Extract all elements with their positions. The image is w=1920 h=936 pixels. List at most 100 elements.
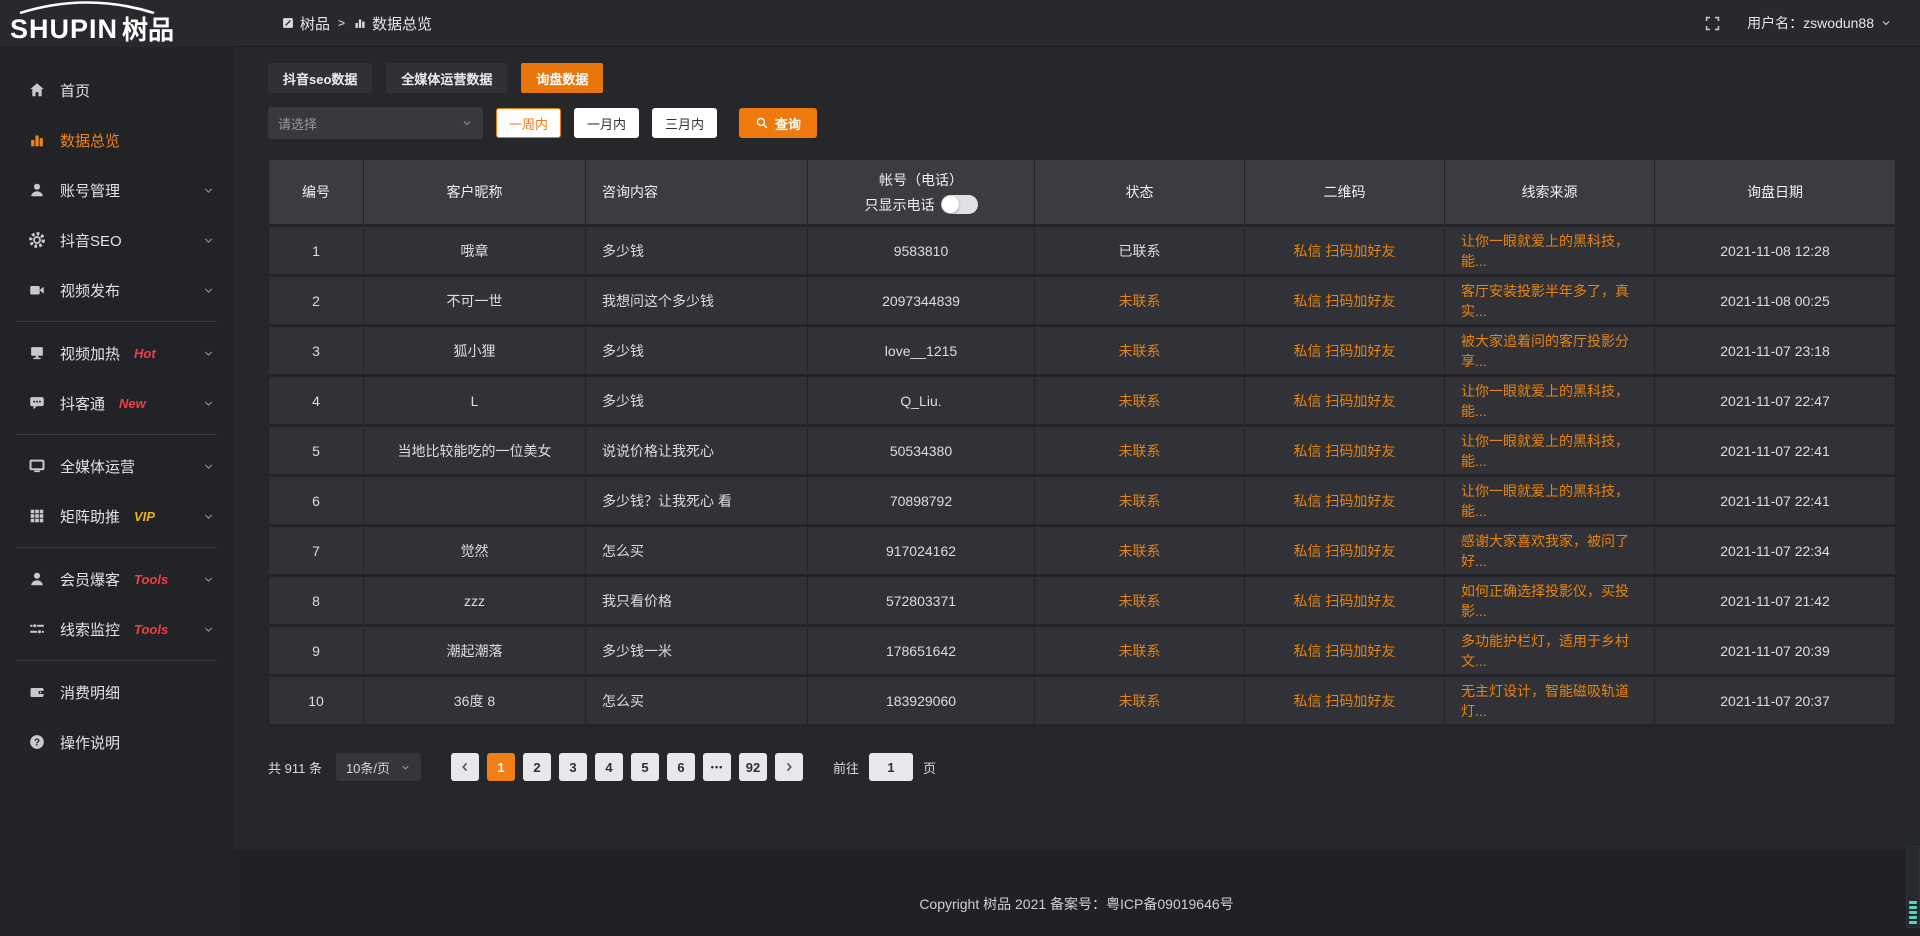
cell-source-link[interactable]: 让你一眼就爱上的黑科技，能... xyxy=(1445,476,1655,526)
wallet-icon xyxy=(28,683,46,701)
cell-status: 未联系 xyxy=(1035,526,1245,576)
column-header: 帐号（电话）只显示电话 xyxy=(808,160,1035,226)
user-icon xyxy=(28,181,46,199)
filter-select[interactable]: 请选择 xyxy=(268,107,483,139)
cell-source-link[interactable]: 让你一眼就爱上的黑科技，能... xyxy=(1445,426,1655,476)
cell-nickname: 当地比较能吃的一位美女 xyxy=(364,426,586,476)
breadcrumb-page[interactable]: 数据总览 xyxy=(353,13,432,34)
cell-id: 7 xyxy=(269,526,364,576)
pagination: 共 911 条 10条/页 123456•••92 前往 页 xyxy=(268,753,1896,781)
cell-content: 我想问这个多少钱 xyxy=(586,276,808,326)
badge-tools: Tools xyxy=(134,572,168,587)
search-button[interactable]: 查询 xyxy=(739,108,817,138)
fullscreen-icon[interactable] xyxy=(1704,15,1721,32)
sidebar-item-question[interactable]: ?操作说明 xyxy=(0,717,233,767)
sidebar-item-tv[interactable]: 视频加热Hot xyxy=(0,328,233,378)
cell-nickname: 潮起潮落 xyxy=(364,626,586,676)
date-range-button[interactable]: 三月内 xyxy=(652,108,717,138)
sidebar-item-gear[interactable]: 抖音SEO xyxy=(0,215,233,265)
cell-qrcode-link[interactable]: 私信 扫码加好友 xyxy=(1245,226,1445,276)
next-page-button[interactable] xyxy=(775,753,803,781)
cell-qrcode-link[interactable]: 私信 扫码加好友 xyxy=(1245,376,1445,426)
cell-qrcode-link[interactable]: 私信 扫码加好友 xyxy=(1245,626,1445,676)
cell-nickname: 觉然 xyxy=(364,526,586,576)
search-icon xyxy=(755,116,769,130)
main-area: 抖音seo数据全媒体运营数据询盘数据 请选择 一周内一月内三月内 查询 xyxy=(233,47,1920,936)
cell-source-link[interactable]: 无主灯设计，智能磁吸轨道灯... xyxy=(1445,676,1655,726)
cell-qrcode-link[interactable]: 私信 扫码加好友 xyxy=(1245,476,1445,526)
tab-2[interactable]: 全媒体运营数据 xyxy=(386,63,507,93)
page-size-select[interactable]: 10条/页 xyxy=(336,753,421,781)
cell-source-link[interactable]: 如何正确选择投影仪，买投影... xyxy=(1445,576,1655,626)
date-range-button[interactable]: 一月内 xyxy=(574,108,639,138)
page-button-1[interactable]: 1 xyxy=(487,753,515,781)
page-button-5[interactable]: 5 xyxy=(631,753,659,781)
page-button-3[interactable]: 3 xyxy=(559,753,587,781)
sidebar-item-chat[interactable]: 抖客通New xyxy=(0,378,233,428)
table-row: 7觉然怎么买917024162未联系私信 扫码加好友感谢大家喜欢我家，被问了好.… xyxy=(269,526,1896,576)
tv-icon xyxy=(28,344,46,362)
cell-qrcode-link[interactable]: 私信 扫码加好友 xyxy=(1245,526,1445,576)
sidebar-item-label: 矩阵助推 xyxy=(60,506,120,527)
sidebar-item-user[interactable]: 账号管理 xyxy=(0,165,233,215)
page-button-2[interactable]: 2 xyxy=(523,753,551,781)
filter-select-placeholder: 请选择 xyxy=(278,114,317,133)
sidebar-item-sliders[interactable]: 线索监控Tools xyxy=(0,604,233,654)
cell-source-link[interactable]: 被大家追着问的客厅投影分享... xyxy=(1445,326,1655,376)
page-button-6[interactable]: 6 xyxy=(667,753,695,781)
sidebar-item-wallet[interactable]: 消费明细 xyxy=(0,667,233,717)
breadcrumb-site[interactable]: 树品 xyxy=(281,13,330,34)
chat-icon xyxy=(28,394,46,412)
cell-qrcode-link[interactable]: 私信 扫码加好友 xyxy=(1245,276,1445,326)
cell-status: 未联系 xyxy=(1035,276,1245,326)
phone-only-toggle[interactable] xyxy=(941,195,978,214)
cell-nickname xyxy=(364,476,586,526)
cell-status: 未联系 xyxy=(1035,426,1245,476)
cell-qrcode-link[interactable]: 私信 扫码加好友 xyxy=(1245,326,1445,376)
chevron-down-icon xyxy=(202,397,215,410)
cell-date: 2021-11-07 22:47 xyxy=(1655,376,1896,426)
toggle-knob xyxy=(942,196,959,213)
breadcrumb-page-label: 数据总览 xyxy=(372,13,432,34)
sidebar-item-video[interactable]: 视频发布 xyxy=(0,265,233,315)
goto-page-input[interactable] xyxy=(869,753,913,781)
sidebar-item-label: 会员爆客 xyxy=(60,569,120,590)
page-button-4[interactable]: 4 xyxy=(595,753,623,781)
breadcrumb-separator: > xyxy=(338,16,345,30)
cell-source-link[interactable]: 客厅安装投影半年多了，真实... xyxy=(1445,276,1655,326)
cell-source-link[interactable]: 多功能护栏灯，适用于乡村文... xyxy=(1445,626,1655,676)
chevron-down-icon xyxy=(202,347,215,360)
sidebar-item-label: 全媒体运营 xyxy=(60,456,135,477)
cell-content: 多少钱 xyxy=(586,376,808,426)
cell-qrcode-link[interactable]: 私信 扫码加好友 xyxy=(1245,426,1445,476)
tab-3[interactable]: 询盘数据 xyxy=(521,63,603,93)
cell-qrcode-link[interactable]: 私信 扫码加好友 xyxy=(1245,576,1445,626)
sidebar-item-member[interactable]: 会员爆客 Tools xyxy=(0,554,233,604)
cell-status: 未联系 xyxy=(1035,326,1245,376)
cell-source-link[interactable]: 感谢大家喜欢我家，被问了好... xyxy=(1445,526,1655,576)
cell-source-link[interactable]: 让你一眼就爱上的黑科技，能... xyxy=(1445,226,1655,276)
table-row: 9潮起潮落多少钱一米178651642未联系私信 扫码加好友多功能护栏灯，适用于… xyxy=(269,626,1896,676)
sidebar-item-grid[interactable]: 矩阵助推VIP xyxy=(0,491,233,541)
prev-page-button[interactable] xyxy=(451,753,479,781)
badge-tools: Tools xyxy=(134,622,168,637)
sliders-icon xyxy=(28,620,46,638)
cell-source-link[interactable]: 让你一眼就爱上的黑科技，能... xyxy=(1445,376,1655,426)
cell-content: 怎么买 xyxy=(586,676,808,726)
page-button-92[interactable]: 92 xyxy=(739,753,767,781)
phone-toggle-label: 只显示电话 xyxy=(865,195,935,215)
sidebar-divider xyxy=(16,321,217,322)
sidebar-item-label: 首页 xyxy=(60,80,90,101)
sidebar-item-monitor[interactable]: 全媒体运营 xyxy=(0,441,233,491)
cell-date: 2021-11-07 20:39 xyxy=(1655,626,1896,676)
cell-qrcode-link[interactable]: 私信 扫码加好友 xyxy=(1245,676,1445,726)
cell-status: 未联系 xyxy=(1035,676,1245,726)
sidebar-item-home[interactable]: 首页 xyxy=(0,65,233,115)
cell-account: love__1215 xyxy=(808,326,1035,376)
page-ellipsis-button[interactable]: ••• xyxy=(703,753,731,781)
cell-content: 怎么买 xyxy=(586,526,808,576)
sidebar-item-chart[interactable]: 数据总览 xyxy=(0,115,233,165)
user-menu[interactable]: 用户名：zswodun88 xyxy=(1747,13,1892,33)
date-range-button[interactable]: 一周内 xyxy=(496,108,561,138)
tab-1[interactable]: 抖音seo数据 xyxy=(268,63,372,93)
